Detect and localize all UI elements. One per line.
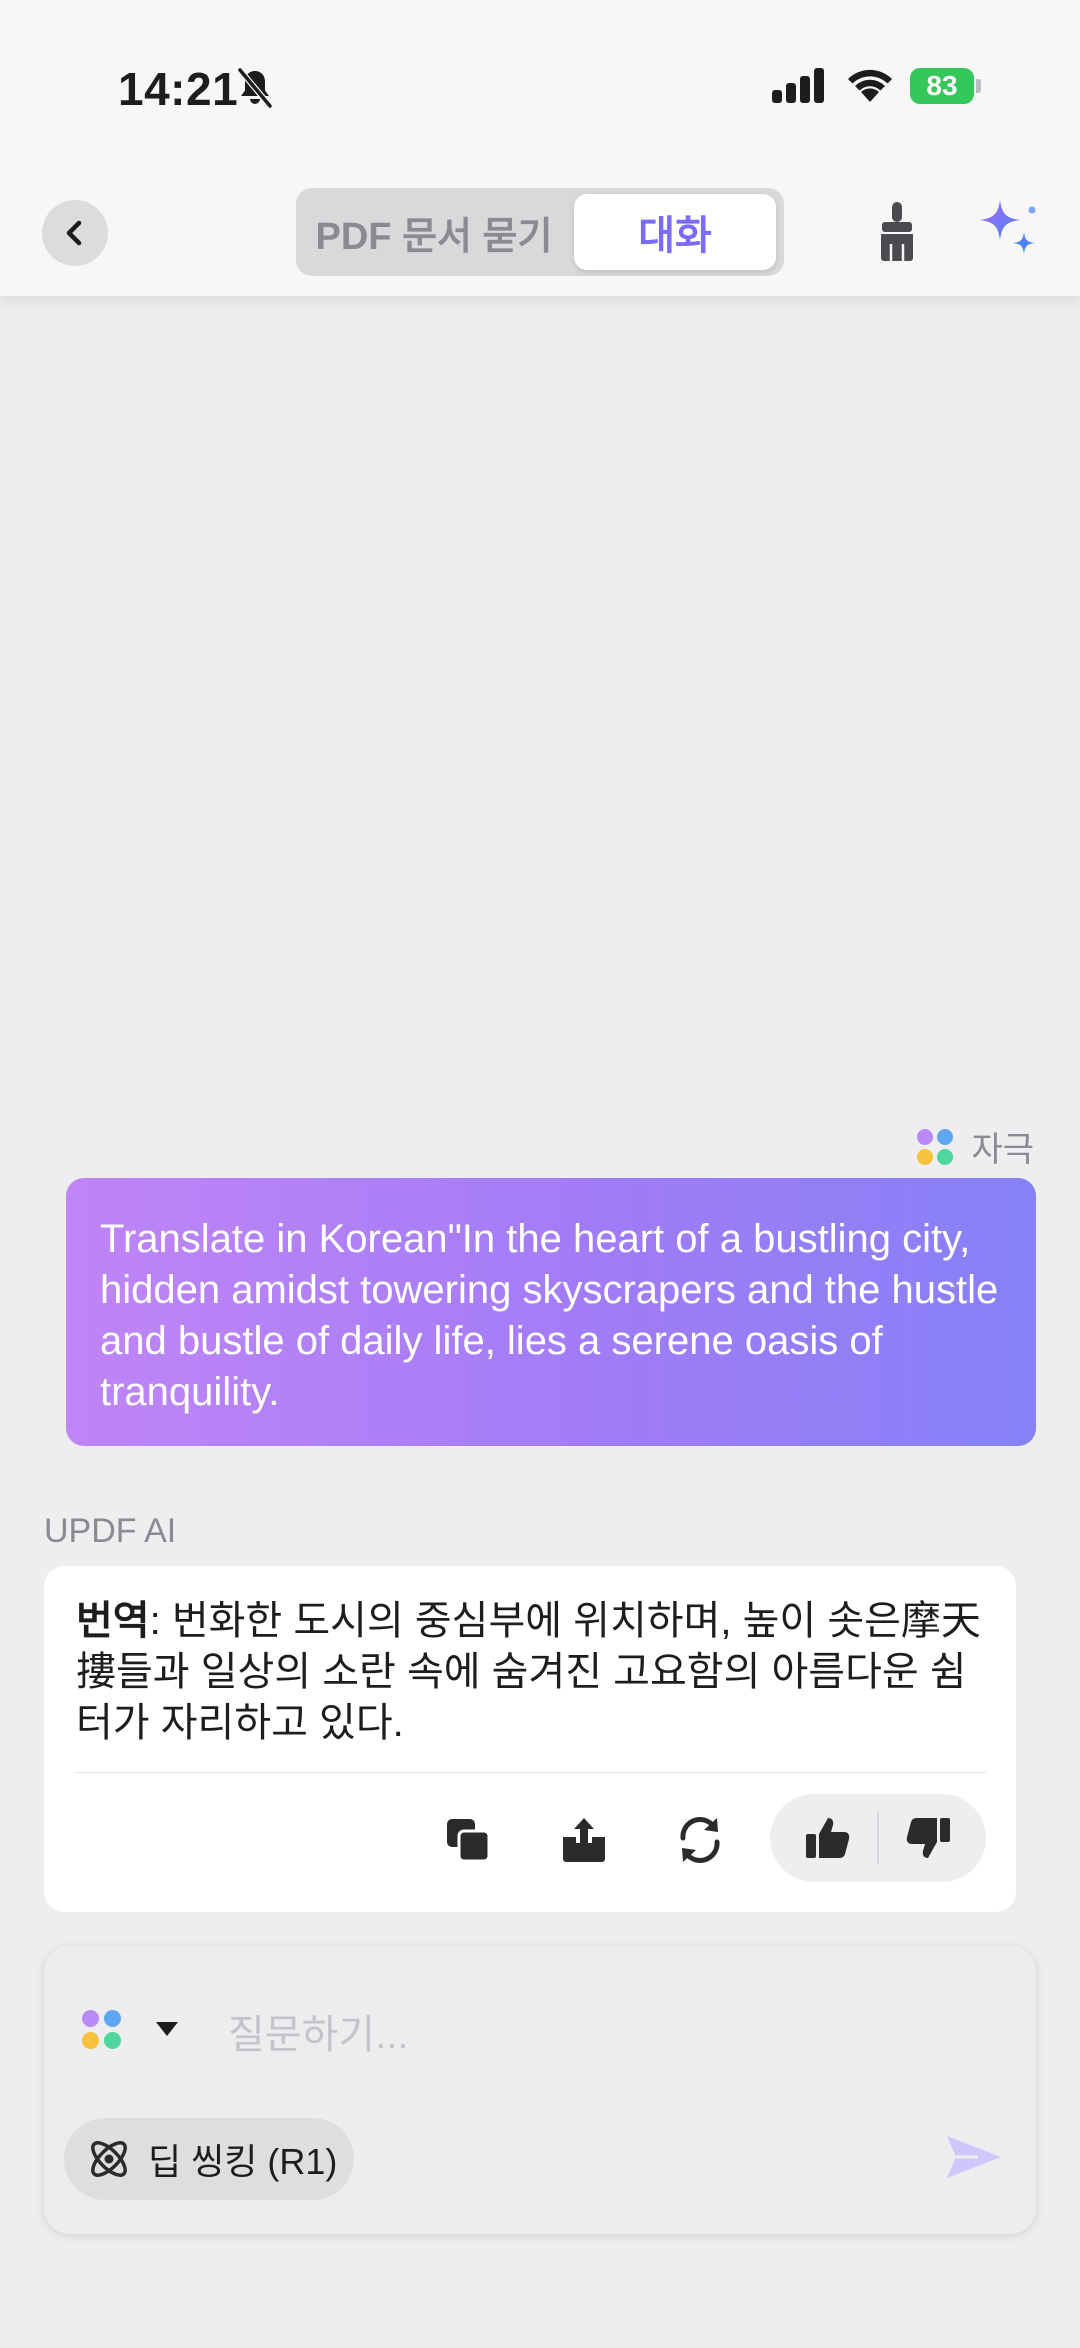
user-message-bubble: Translate in Korean"In the heart of a bu… bbox=[66, 1178, 1036, 1446]
battery-level: 83 bbox=[926, 70, 958, 101]
regenerate-button[interactable] bbox=[664, 1804, 736, 1876]
back-button[interactable] bbox=[42, 200, 108, 266]
sparkle-icon bbox=[980, 200, 1036, 254]
ai-message-prefix: 번역 bbox=[76, 1599, 150, 1643]
model-dots-icon bbox=[82, 2010, 99, 2027]
thumbs-up-icon bbox=[806, 1818, 850, 1858]
wifi-icon bbox=[846, 66, 894, 109]
regenerate-icon bbox=[680, 1817, 720, 1863]
broom-icon bbox=[881, 202, 913, 261]
status-bar: 14:21 83 bbox=[0, 0, 1080, 170]
send-button[interactable] bbox=[944, 2132, 1004, 2187]
divider bbox=[76, 1772, 986, 1773]
question-input[interactable]: 질문하기... bbox=[228, 2002, 409, 2060]
bell-slash-icon bbox=[234, 66, 276, 115]
divider bbox=[877, 1812, 879, 1864]
thumbs-down-button[interactable] bbox=[900, 1810, 956, 1866]
signal-icon bbox=[772, 68, 828, 109]
status-time: 14:21 bbox=[118, 63, 239, 115]
top-bar: PDF 문서 묻기 대화 bbox=[0, 170, 1080, 296]
ai-message-body: : 번화한 도시의 중심부에 위치하며, 높이 솟은摩天摟들과 일상의 소란 속… bbox=[76, 1599, 981, 1745]
back-chevron-icon bbox=[66, 220, 82, 246]
share-button[interactable] bbox=[548, 1804, 620, 1876]
thumbs-up-button[interactable] bbox=[800, 1810, 856, 1866]
user-sender-name: 자극 bbox=[971, 1131, 1034, 1169]
user-avatar-dots-icon bbox=[917, 1128, 954, 1165]
atom-icon bbox=[84, 2134, 134, 2184]
deep-thinking-label: 딥 씽킹 (R1) bbox=[148, 2141, 338, 2182]
user-sender: 자극 bbox=[917, 1122, 1034, 1171]
ai-message-text: 번역: 번화한 도시의 중심부에 위치하며, 높이 솟은摩天摟들과 일상의 소란… bbox=[76, 1596, 992, 1749]
ai-sparkle-button[interactable] bbox=[974, 196, 1044, 271]
share-icon bbox=[563, 1818, 605, 1862]
thumbs-down-icon bbox=[906, 1818, 950, 1858]
deep-thinking-toggle[interactable]: 딥 씽킹 (R1) bbox=[64, 2118, 354, 2200]
ai-message-card: 번역: 번화한 도시의 중심부에 위치하며, 높이 솟은摩天摟들과 일상의 소란… bbox=[44, 1566, 1016, 1912]
tab-chat[interactable]: 대화 bbox=[574, 194, 776, 270]
copy-button[interactable] bbox=[432, 1804, 504, 1876]
model-selector[interactable] bbox=[82, 2010, 122, 2050]
chat-input-panel: 질문하기... 딥 씽킹 (R1) bbox=[44, 1946, 1036, 2234]
tab-pdf-question[interactable]: PDF 문서 묻기 bbox=[296, 188, 572, 276]
ai-sender-label: UPDF AI bbox=[44, 1512, 177, 1550]
caret-down-icon[interactable] bbox=[156, 2022, 178, 2036]
clear-chat-button[interactable] bbox=[872, 198, 922, 269]
battery-icon: 83 bbox=[910, 68, 981, 104]
send-icon bbox=[947, 2136, 1001, 2178]
mode-segmented-control: PDF 문서 묻기 대화 bbox=[296, 188, 784, 276]
feedback-group bbox=[770, 1794, 986, 1882]
copy-icon bbox=[447, 1819, 491, 1863]
